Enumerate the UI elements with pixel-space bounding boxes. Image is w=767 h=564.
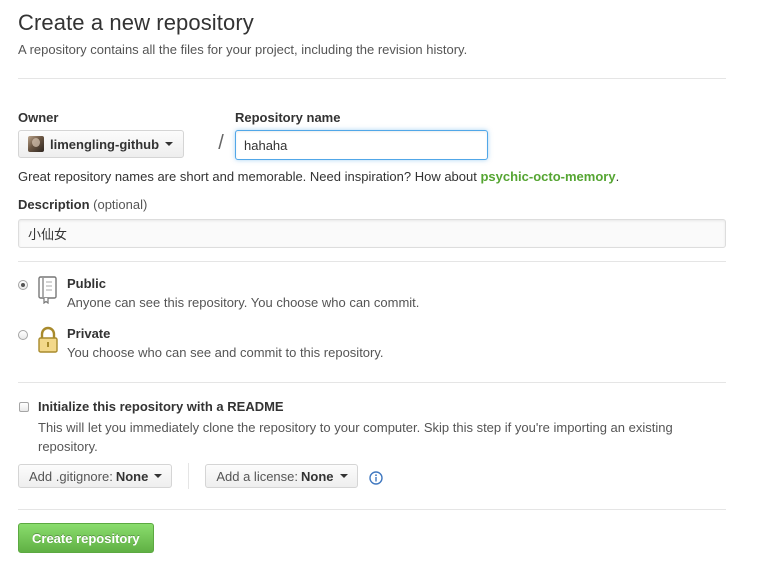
repository-name-group: Repository name xyxy=(235,110,495,160)
divider xyxy=(18,509,726,510)
repository-name-input[interactable] xyxy=(235,130,488,160)
description-optional: (optional) xyxy=(93,197,148,212)
owner-repo-row: Owner limengling-github / Repository nam… xyxy=(18,110,726,160)
info-icon[interactable] xyxy=(368,471,383,485)
license-label: Add a license: xyxy=(216,468,299,484)
name-suggestion-link[interactable]: psychic-octo-memory xyxy=(480,169,615,184)
page-title: Create a new repository xyxy=(18,10,254,35)
owner-select-button[interactable]: limengling-github xyxy=(18,130,185,158)
caret-down-icon xyxy=(154,474,163,478)
repository-name-label: Repository name xyxy=(235,110,341,125)
vertical-divider xyxy=(188,463,190,489)
owner-repo-separator: / xyxy=(218,132,224,154)
readme-option[interactable]: Initialize this repository with a README… xyxy=(18,399,726,454)
gitignore-license-row: Add .gitignore: None Add a license: None xyxy=(18,463,726,489)
readme-title: Initialize this repository with a README xyxy=(38,399,284,414)
license-select-button[interactable]: Add a license: None xyxy=(205,464,358,488)
divider xyxy=(18,261,726,262)
repository-name-hint: Great repository names are short and mem… xyxy=(18,169,726,184)
owner-value: limengling-github xyxy=(50,136,160,152)
gitignore-select-button[interactable]: Add .gitignore: None xyxy=(18,464,173,488)
page-subtitle: A repository contains all the files for … xyxy=(18,42,468,57)
new-repository-form: Create a new repository A repository con… xyxy=(18,10,726,553)
public-description: Anyone can see this repository. You choo… xyxy=(67,295,420,310)
owner-label: Owner xyxy=(18,110,59,125)
private-description: You choose who can see and commit to thi… xyxy=(67,345,384,360)
visibility-private-option[interactable]: Private You choose who can see and commi… xyxy=(18,326,726,366)
public-radio[interactable] xyxy=(18,280,28,290)
hint-text: Great repository names are short and mem… xyxy=(18,169,481,184)
divider xyxy=(18,382,726,383)
description-label-text: Description xyxy=(18,197,90,212)
hint-suffix: . xyxy=(615,169,620,184)
lock-icon xyxy=(38,326,58,353)
readme-checkbox[interactable] xyxy=(19,402,29,412)
description-input[interactable] xyxy=(18,219,726,248)
caret-down-icon xyxy=(339,474,348,478)
divider xyxy=(18,78,726,79)
readme-description: This will let you immediately clone the … xyxy=(38,420,673,454)
gitignore-value: None xyxy=(115,468,149,484)
avatar xyxy=(28,136,44,152)
create-repository-button[interactable]: Create repository xyxy=(18,523,154,553)
private-radio[interactable] xyxy=(18,330,28,340)
gitignore-label: Add .gitignore: xyxy=(29,468,113,484)
public-title: Public xyxy=(67,276,107,291)
description-label: Description (optional) xyxy=(18,197,726,212)
caret-down-icon xyxy=(165,142,174,146)
private-title: Private xyxy=(67,326,111,341)
visibility-public-option[interactable]: Public Anyone can see this repository. Y… xyxy=(18,276,726,316)
license-value: None xyxy=(301,468,334,484)
owner-group: Owner limengling-github xyxy=(18,110,207,158)
repo-book-icon xyxy=(38,276,57,304)
